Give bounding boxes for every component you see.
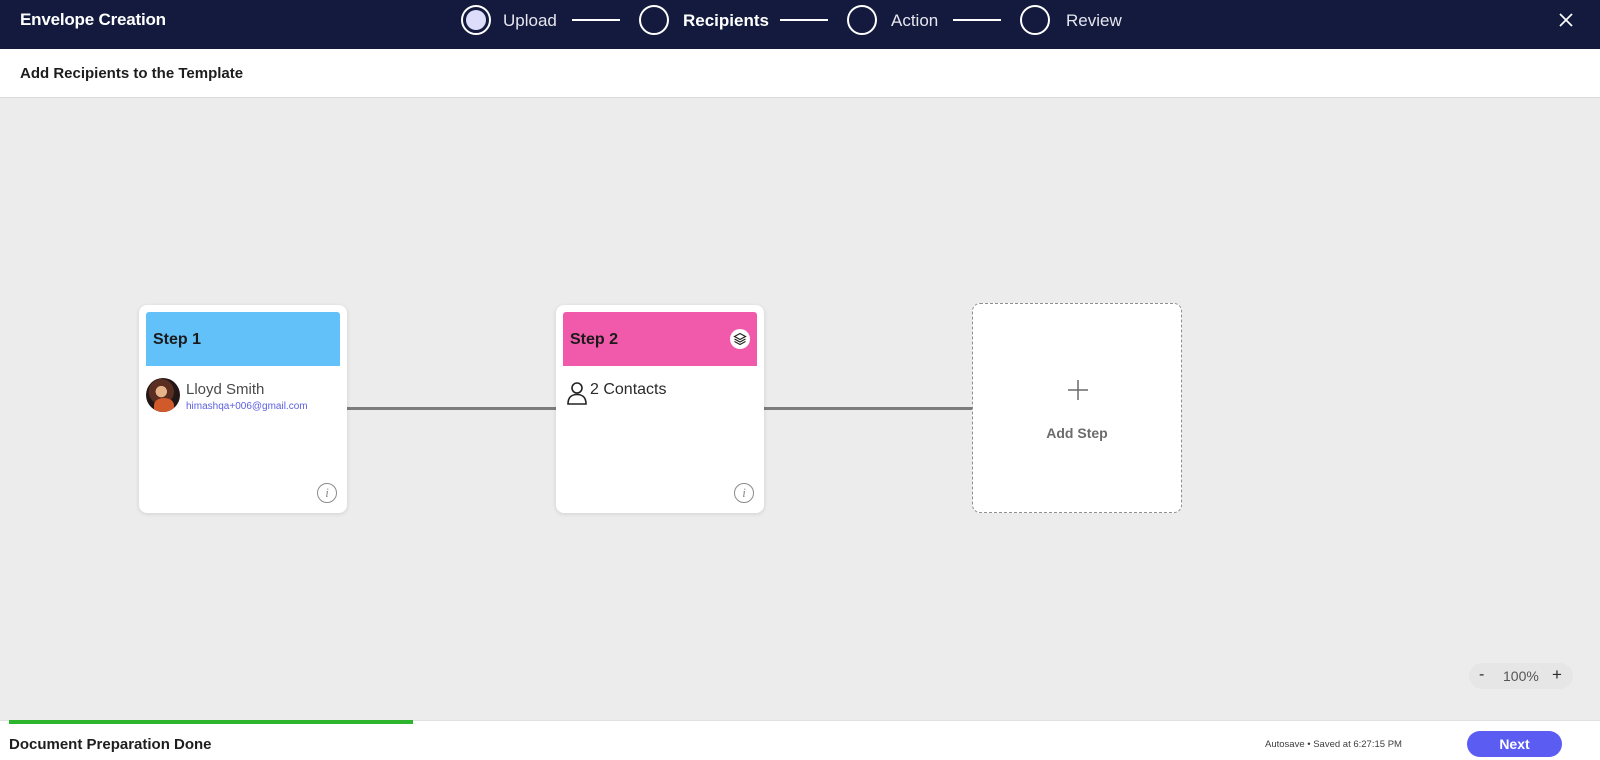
step-card-1[interactable]: Step 1 Lloyd Smith himashqa+006@gmail.co… — [139, 305, 347, 513]
contacts-count: 2 Contacts — [590, 381, 667, 398]
app-title: Envelope Creation — [20, 10, 166, 29]
avatar — [146, 378, 180, 412]
info-icon[interactable]: i — [734, 483, 754, 503]
stepper-recipients-label[interactable]: Recipients — [683, 11, 769, 31]
footer-bar: Document Preparation Done Autosave • Sav… — [0, 720, 1600, 760]
stepper-recipients-circle[interactable] — [639, 5, 669, 35]
top-header: Envelope Creation Upload Recipients Acti… — [0, 0, 1600, 49]
add-step-label: Add Step — [1046, 425, 1108, 441]
close-icon[interactable] — [1556, 10, 1576, 30]
zoom-out-button[interactable]: - — [1479, 666, 1484, 684]
stepper-review-label[interactable]: Review — [1066, 11, 1122, 31]
step-title: Step 1 — [153, 331, 202, 348]
step-title: Step 2 — [570, 331, 619, 348]
page-subheader: Add Recipients to the Template — [0, 49, 1600, 98]
autosave-status: Autosave • Saved at 6:27:15 PM — [1265, 739, 1402, 750]
stepper-connector — [780, 19, 828, 21]
person-icon — [566, 381, 588, 405]
stepper-action-circle[interactable] — [847, 5, 877, 35]
step-card-header: Step 2 — [563, 312, 757, 366]
layers-icon[interactable] — [730, 329, 750, 349]
stepper-connector — [572, 19, 620, 21]
stepper-review-circle[interactable] — [1020, 5, 1050, 35]
step-connector — [764, 407, 974, 410]
zoom-level: 100% — [1503, 668, 1539, 684]
plus-icon — [1066, 378, 1090, 402]
stepper-upload-circle[interactable] — [461, 5, 491, 35]
next-button[interactable]: Next — [1467, 731, 1562, 757]
step-card-2[interactable]: Step 2 2 Contacts i — [556, 305, 764, 513]
step-card-header: Step 1 — [146, 312, 340, 366]
page-title: Add Recipients to the Template — [20, 65, 244, 82]
progress-fill — [9, 720, 413, 724]
add-step-button[interactable]: Add Step — [972, 303, 1182, 513]
info-icon[interactable]: i — [317, 483, 337, 503]
recipient-name: Lloyd Smith — [186, 381, 265, 398]
stepper-action-label[interactable]: Action — [891, 11, 938, 31]
stepper-upload-label[interactable]: Upload — [503, 11, 557, 31]
progress-bar — [9, 720, 413, 724]
zoom-in-button[interactable]: + — [1552, 665, 1562, 685]
zoom-controls: - 100% + — [1469, 663, 1573, 689]
status-text: Document Preparation Done — [9, 736, 212, 753]
workflow-canvas[interactable]: Step 1 Lloyd Smith himashqa+006@gmail.co… — [0, 98, 1600, 720]
stepper-connector — [953, 19, 1001, 21]
recipient-email: himashqa+006@gmail.com — [186, 401, 308, 412]
step-connector — [347, 407, 557, 410]
